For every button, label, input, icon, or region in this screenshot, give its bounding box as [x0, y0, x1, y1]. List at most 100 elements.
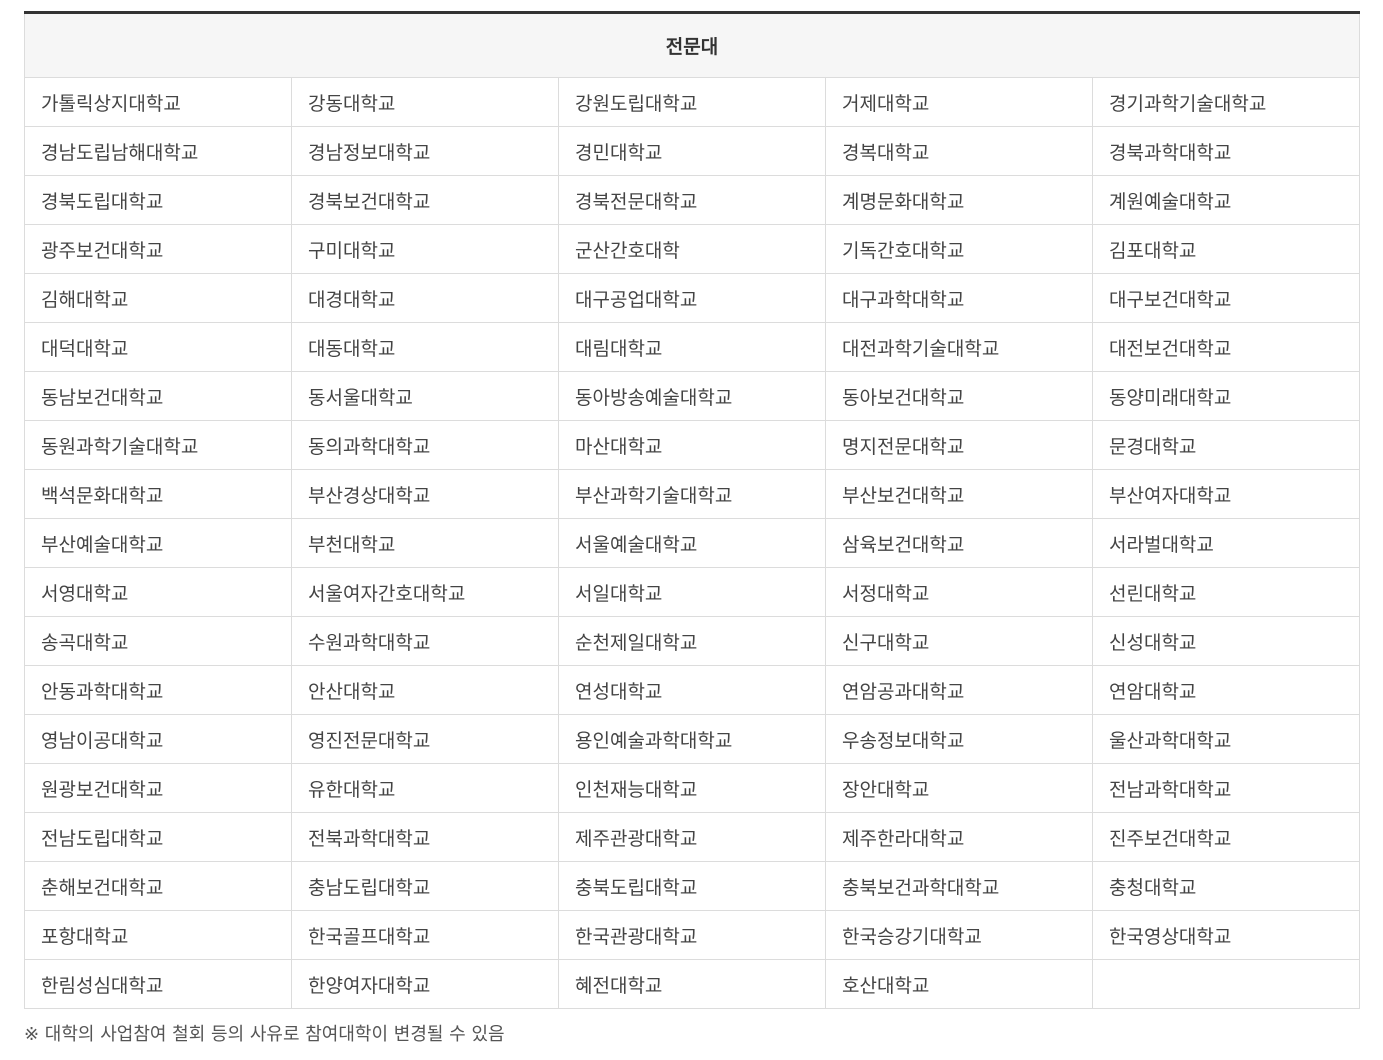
table-row: 춘해보건대학교 충남도립대학교 충북도립대학교 충북보건과학대학교 충청대학교 [24, 861, 1360, 911]
university-cell: 서정대학교 [825, 567, 1093, 617]
university-cell: 충북보건과학대학교 [825, 861, 1093, 911]
university-cell: 강동대학교 [291, 77, 559, 127]
table-row: 광주보건대학교 구미대학교 군산간호대학 기독간호대학교 김포대학교 [24, 224, 1360, 274]
university-cell: 서울여자간호대학교 [291, 567, 559, 617]
university-cell: 부산과학기술대학교 [558, 469, 826, 519]
table-row: 서영대학교 서울여자간호대학교 서일대학교 서정대학교 선린대학교 [24, 567, 1360, 617]
university-cell: 호산대학교 [825, 959, 1093, 1009]
university-cell: 마산대학교 [558, 420, 826, 470]
table-row: 경남도립남해대학교 경남정보대학교 경민대학교 경복대학교 경북과학대학교 [24, 126, 1360, 176]
university-cell: 경북보건대학교 [291, 175, 559, 225]
university-cell: 한양여자대학교 [291, 959, 559, 1009]
university-cell: 부산여자대학교 [1092, 469, 1360, 519]
university-cell: 진주보건대학교 [1092, 812, 1360, 862]
university-cell: 영남이공대학교 [24, 714, 292, 764]
university-cell: 백석문화대학교 [24, 469, 292, 519]
university-cell: 계명문화대학교 [825, 175, 1093, 225]
table-header: 전문대 [24, 12, 1360, 78]
university-cell: 군산간호대학 [558, 224, 826, 274]
university-cell: 영진전문대학교 [291, 714, 559, 764]
university-cell: 전북과학대학교 [291, 812, 559, 862]
university-cell: 대구보건대학교 [1092, 273, 1360, 323]
table-row: 한림성심대학교 한양여자대학교 혜전대학교 호산대학교 [24, 959, 1360, 1009]
university-cell: 신성대학교 [1092, 616, 1360, 666]
university-cell: 혜전대학교 [558, 959, 826, 1009]
university-cell: 유한대학교 [291, 763, 559, 813]
university-cell [1092, 959, 1360, 1009]
university-cell: 동아보건대학교 [825, 371, 1093, 421]
footnote: ※ 대학의 사업참여 철회 등의 사유로 참여대학이 변경될 수 있음 [24, 1024, 505, 1045]
university-cell: 문경대학교 [1092, 420, 1360, 470]
university-cell: 부산경상대학교 [291, 469, 559, 519]
university-cell: 용인예술과학대학교 [558, 714, 826, 764]
university-cell: 송곡대학교 [24, 616, 292, 666]
university-cell: 울산과학대학교 [1092, 714, 1360, 764]
university-cell: 광주보건대학교 [24, 224, 292, 274]
university-cell: 동남보건대학교 [24, 371, 292, 421]
university-cell: 수원과학대학교 [291, 616, 559, 666]
university-cell: 선린대학교 [1092, 567, 1360, 617]
university-cell: 충청대학교 [1092, 861, 1360, 911]
table-row: 동남보건대학교 동서울대학교 동아방송예술대학교 동아보건대학교 동양미래대학교 [24, 371, 1360, 421]
university-cell: 연성대학교 [558, 665, 826, 715]
university-cell: 제주한라대학교 [825, 812, 1093, 862]
table-header-row: 전문대 [24, 12, 1360, 78]
university-cell: 동서울대학교 [291, 371, 559, 421]
university-cell: 순천제일대학교 [558, 616, 826, 666]
table-row: 안동과학대학교 안산대학교 연성대학교 연암공과대학교 연암대학교 [24, 665, 1360, 715]
table-row: 원광보건대학교 유한대학교 인천재능대학교 장안대학교 전남과학대학교 [24, 763, 1360, 813]
university-cell: 경남정보대학교 [291, 126, 559, 176]
university-cell: 대전보건대학교 [1092, 322, 1360, 372]
university-cell: 삼육보건대학교 [825, 518, 1093, 568]
university-cell: 대구공업대학교 [558, 273, 826, 323]
university-cell: 경기과학기술대학교 [1092, 77, 1360, 127]
table-row: 전남도립대학교 전북과학대학교 제주관광대학교 제주한라대학교 진주보건대학교 [24, 812, 1360, 862]
table-row: 백석문화대학교 부산경상대학교 부산과학기술대학교 부산보건대학교 부산여자대학교 [24, 469, 1360, 519]
table-row: 송곡대학교 수원과학대학교 순천제일대학교 신구대학교 신성대학교 [24, 616, 1360, 666]
university-cell: 신구대학교 [825, 616, 1093, 666]
table-row: 김해대학교 대경대학교 대구공업대학교 대구과학대학교 대구보건대학교 [24, 273, 1360, 323]
table-row: 대덕대학교 대동대학교 대림대학교 대전과학기술대학교 대전보건대학교 [24, 322, 1360, 372]
university-cell: 전남과학대학교 [1092, 763, 1360, 813]
university-cell: 부산보건대학교 [825, 469, 1093, 519]
university-cell: 김해대학교 [24, 273, 292, 323]
university-cell: 인천재능대학교 [558, 763, 826, 813]
university-cell: 경민대학교 [558, 126, 826, 176]
university-cell: 연암공과대학교 [825, 665, 1093, 715]
university-cell: 명지전문대학교 [825, 420, 1093, 470]
university-cell: 경복대학교 [825, 126, 1093, 176]
university-cell: 동아방송예술대학교 [558, 371, 826, 421]
table-body: 가톨릭상지대학교 강동대학교 강원도립대학교 거제대학교 경기과학기술대학교 경남도립남해… [24, 77, 1360, 1009]
university-cell: 대구과학대학교 [825, 273, 1093, 323]
university-table: 전문대 가톨릭상지대학교 강동대학교 강원도립대학교 거제대학교 경기과학기술대학교 경남… [24, 11, 1360, 1009]
university-cell: 경남도립남해대학교 [24, 126, 292, 176]
university-cell: 대경대학교 [291, 273, 559, 323]
university-cell: 경북전문대학교 [558, 175, 826, 225]
university-cell: 거제대학교 [825, 77, 1093, 127]
university-cell: 원광보건대학교 [24, 763, 292, 813]
university-cell: 경북도립대학교 [24, 175, 292, 225]
university-cell: 경북과학대학교 [1092, 126, 1360, 176]
university-cell: 동원과학기술대학교 [24, 420, 292, 470]
university-cell: 한국승강기대학교 [825, 910, 1093, 960]
university-cell: 구미대학교 [291, 224, 559, 274]
university-cell: 충남도립대학교 [291, 861, 559, 911]
university-cell: 우송정보대학교 [825, 714, 1093, 764]
table-row: 부산예술대학교 부천대학교 서울예술대학교 삼육보건대학교 서라벌대학교 [24, 518, 1360, 568]
university-cell: 한림성심대학교 [24, 959, 292, 1009]
university-cell: 대림대학교 [558, 322, 826, 372]
university-cell: 안산대학교 [291, 665, 559, 715]
university-cell: 계원예술대학교 [1092, 175, 1360, 225]
university-cell: 충북도립대학교 [558, 861, 826, 911]
table-row: 가톨릭상지대학교 강동대학교 강원도립대학교 거제대학교 경기과학기술대학교 [24, 77, 1360, 127]
university-cell: 서울예술대학교 [558, 518, 826, 568]
university-cell: 안동과학대학교 [24, 665, 292, 715]
university-cell: 강원도립대학교 [558, 77, 826, 127]
table-row: 경북도립대학교 경북보건대학교 경북전문대학교 계명문화대학교 계원예술대학교 [24, 175, 1360, 225]
university-cell: 부천대학교 [291, 518, 559, 568]
university-cell: 전남도립대학교 [24, 812, 292, 862]
university-cell: 동양미래대학교 [1092, 371, 1360, 421]
university-cell: 한국골프대학교 [291, 910, 559, 960]
university-cell: 한국영상대학교 [1092, 910, 1360, 960]
university-cell: 제주관광대학교 [558, 812, 826, 862]
